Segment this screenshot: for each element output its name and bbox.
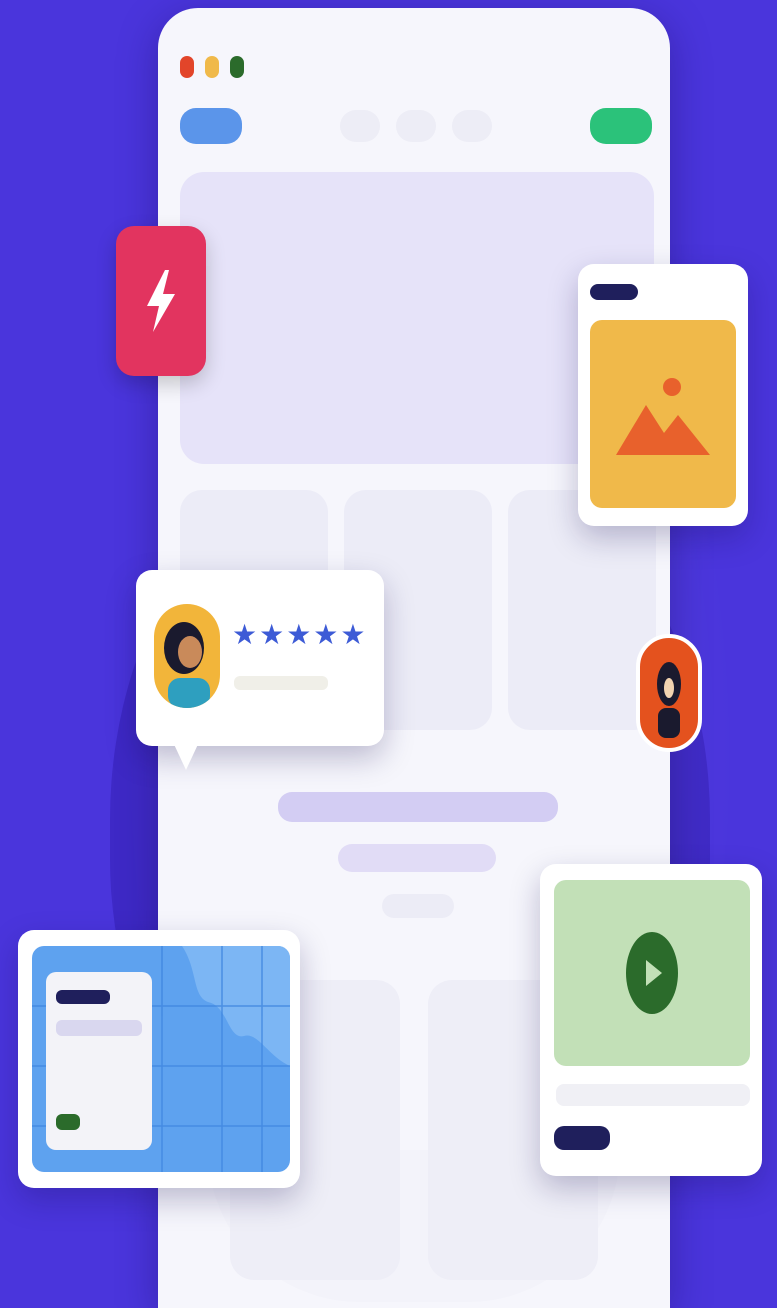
nav-item-2[interactable] — [396, 110, 436, 142]
review-card-tail — [172, 740, 200, 770]
video-tag — [554, 1126, 610, 1150]
reviewer-avatar — [154, 604, 220, 708]
cta-pill[interactable] — [590, 108, 652, 144]
image-frame — [590, 320, 736, 508]
nav-item-3[interactable] — [452, 110, 492, 142]
image-card-title-bar — [590, 284, 638, 300]
lightning-icon — [147, 270, 175, 332]
feature-tile-3 — [508, 490, 656, 730]
map-panel-tag — [56, 1114, 80, 1130]
review-text-placeholder — [234, 676, 328, 690]
logo-pill[interactable] — [180, 108, 242, 144]
subheadline-bar — [338, 844, 496, 872]
map-info-panel — [46, 972, 152, 1150]
map-panel-line — [56, 1020, 142, 1036]
play-icon[interactable] — [624, 930, 680, 1016]
rating-stars: ★★★★★ — [232, 618, 368, 651]
map-panel-title-bar — [56, 990, 110, 1004]
video-caption-placeholder — [556, 1084, 750, 1106]
headline-bar — [278, 792, 558, 822]
button-bar[interactable] — [382, 894, 454, 918]
window-maximize-dot — [230, 56, 244, 78]
user-avatar — [636, 634, 702, 752]
image-icon — [616, 378, 710, 455]
window-close-dot — [180, 56, 194, 78]
nav-item-1[interactable] — [340, 110, 380, 142]
video-frame[interactable] — [554, 880, 750, 1066]
lightning-badge — [116, 226, 206, 376]
window-minimize-dot — [205, 56, 219, 78]
